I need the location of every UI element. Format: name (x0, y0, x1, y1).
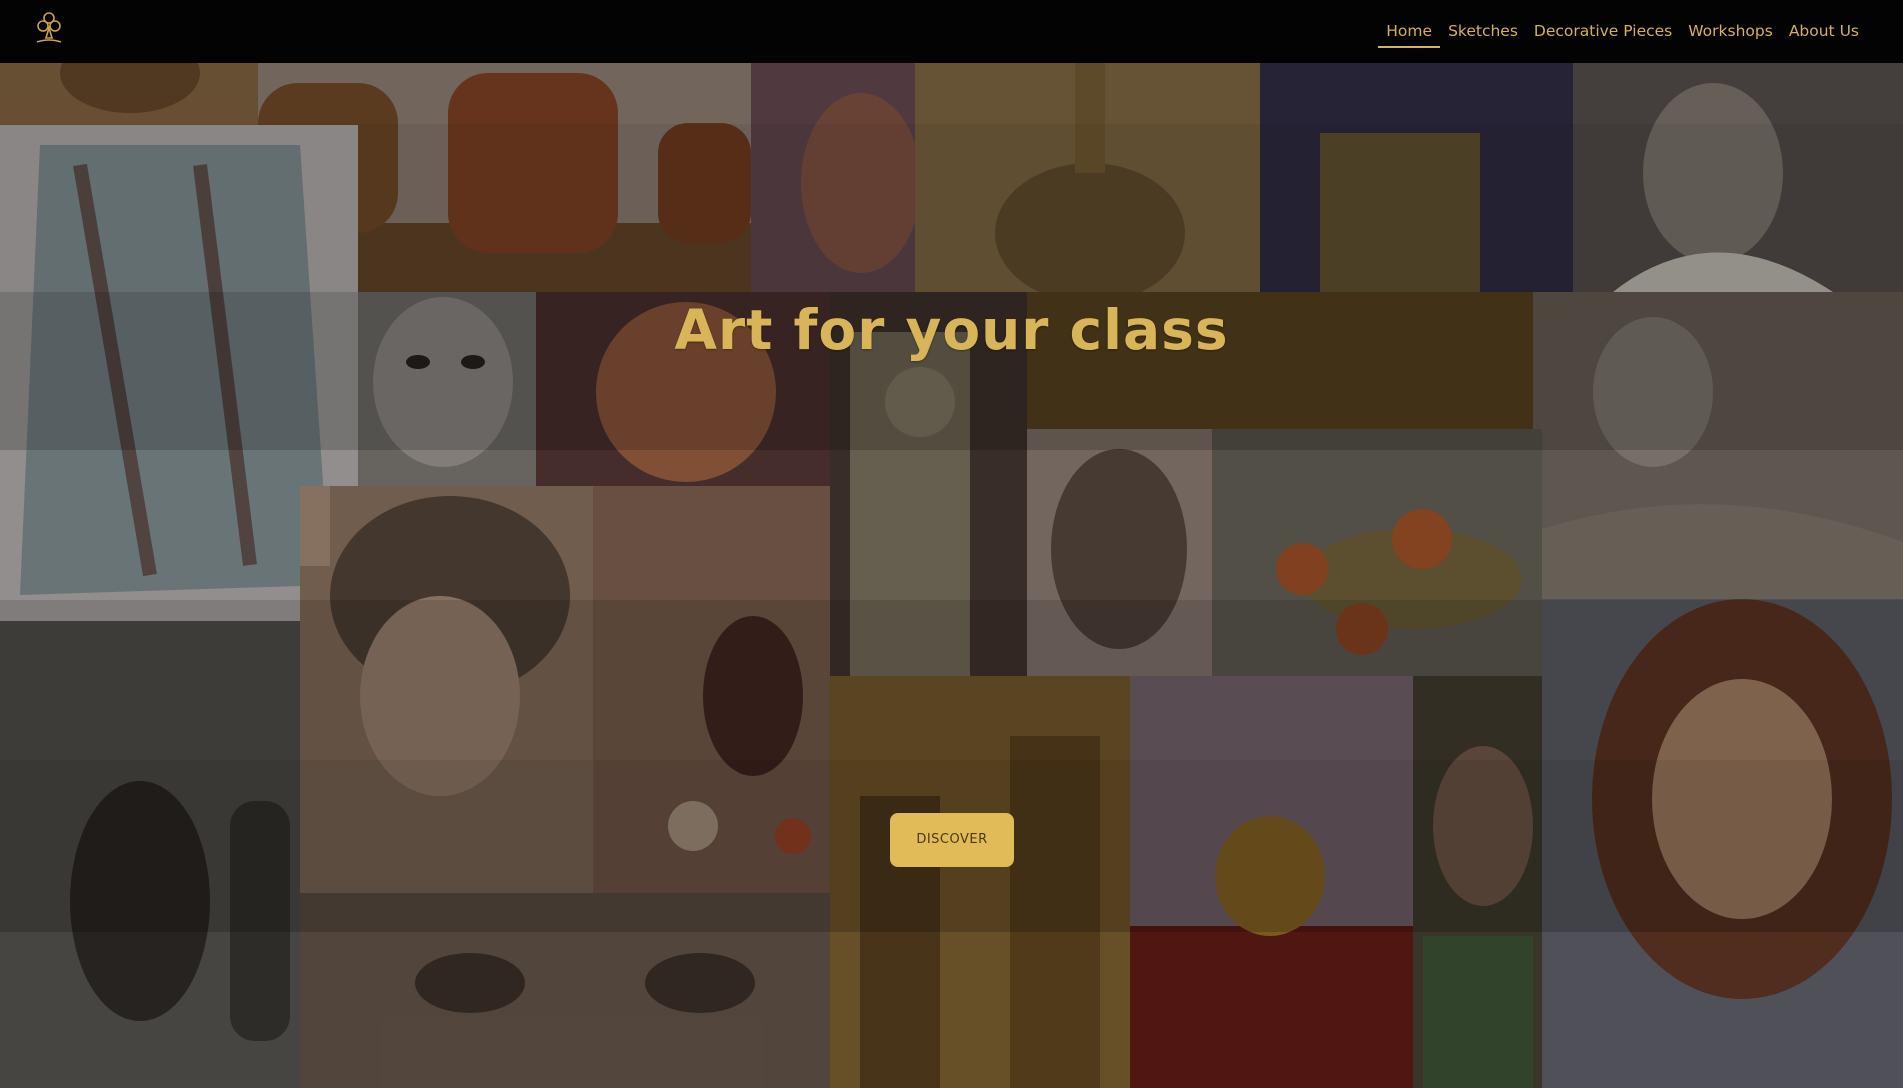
nav-home[interactable]: Home (1378, 20, 1440, 48)
hero-title: Art for your class (674, 298, 1229, 362)
landing-page: Home Sketches Decorative Pieces Workshop… (0, 0, 1903, 1088)
artwork-tile-man-glasses-scarf (1413, 676, 1542, 1088)
nav-sketches[interactable]: Sketches (1440, 20, 1526, 42)
main-nav: Home Sketches Decorative Pieces Workshop… (1378, 20, 1867, 48)
nav-about-us[interactable]: About Us (1781, 20, 1867, 42)
artwork-tile-notebook-edge (300, 486, 330, 566)
artwork-tile-vase-still-life (593, 486, 830, 893)
artwork-tile-glass-cup (1260, 63, 1573, 292)
artwork-tile-mosque-painting (830, 676, 1130, 1088)
artwork-tile-glass-vase (915, 63, 1260, 292)
discover-button[interactable]: DISCOVER (890, 813, 1014, 867)
artwork-tile-oranges-bowl (1212, 429, 1542, 676)
artwork-tile-face-crop (0, 63, 258, 125)
club-logo-icon[interactable] (32, 8, 66, 48)
nav-workshops[interactable]: Workshops (1680, 20, 1781, 42)
artwork-tile-woman-afro-sketch (300, 486, 593, 893)
artwork-tile-teapot-charcoal (0, 621, 300, 1088)
artwork-tile-woman-portrait (751, 63, 915, 292)
artwork-tile-eyes-sketch (300, 893, 830, 1088)
artwork-tile-young-man-sketch (1027, 429, 1212, 676)
artwork-tile-old-man-sketch (1573, 63, 1903, 292)
nav-decorative-pieces[interactable]: Decorative Pieces (1526, 20, 1680, 42)
artwork-collage (0, 63, 1903, 1088)
artwork-tile-girl-color-portrait (1542, 599, 1903, 1088)
artwork-tile-incense-burner (1130, 676, 1413, 1088)
top-navigation-bar: Home Sketches Decorative Pieces Workshop… (0, 0, 1903, 63)
